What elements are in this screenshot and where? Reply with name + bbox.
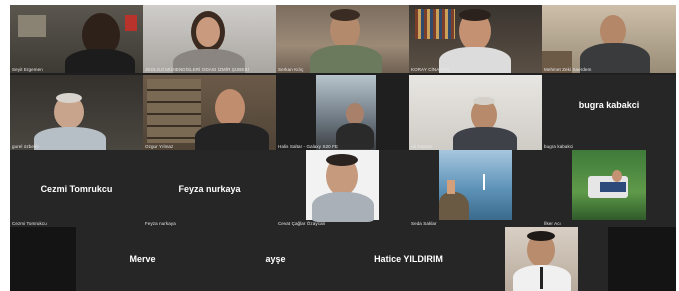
video-gallery-grid: Seyit Ergemen JEOLOJİ MÜHENDİSLERİ ODASI… <box>10 5 676 291</box>
participant-avatar-label: bugra kabakci <box>578 100 640 110</box>
participant-photo <box>439 150 512 220</box>
participant-tile-ilker[interactable]: İlker Acı <box>542 150 676 227</box>
participant-tile-hatice[interactable]: Hatice YILDIRIM <box>342 227 475 291</box>
participant-tile-cevat[interactable]: Cevat Çağlar Özaycan <box>276 150 409 227</box>
participant-name: Seda Saklar <box>411 221 437 226</box>
participant-avatar-label: ayşe <box>265 254 286 264</box>
participant-photo <box>505 227 578 291</box>
participant-name: bugra kabakci <box>544 144 574 149</box>
participant-tile-seyit[interactable]: Seyit Ergemen <box>10 5 143 73</box>
participant-tile-feyza[interactable]: Feyza nurkaya Feyza nurkaya <box>143 150 276 227</box>
participant-tile-ali[interactable]: Ali Kaptan <box>409 75 542 150</box>
participant-tile-cezmi[interactable]: Cezmi Tomrukcu Cezmi Tomrukcu <box>10 150 143 227</box>
participant-name: Mehmet Zeki Saerdem <box>544 67 592 72</box>
participant-tile-serkan[interactable]: Serkan Kılıç <box>276 5 409 73</box>
participant-tile-jmo[interactable]: JEOLOJİ MÜHENDİSLERİ ODASI İZMİR ŞUBESİ <box>143 5 276 73</box>
participant-tile-mehmet[interactable]: Mehmet Zeki Saerdem <box>542 5 676 73</box>
participant-tile-koray[interactable]: KORAY CİNAR(H) <box>409 5 542 73</box>
participant-tile-seda[interactable]: Seda Saklar <box>409 150 542 227</box>
participant-avatar-label: Hatice YILDIRIM <box>374 254 443 264</box>
participant-tile-halis[interactable]: Halis Saltar - Galaxy S20 FE <box>276 75 409 150</box>
participant-tile-ozgur[interactable]: Ozgur Yılmaz <box>143 75 276 150</box>
empty-area <box>10 227 76 291</box>
participant-name: Cevat Çağlar Özaycan <box>278 221 326 226</box>
participant-name: gurel özbekir <box>12 144 40 149</box>
participant-tile-bugra[interactable]: bugra kabakci bugra kabakci <box>542 75 676 150</box>
participant-name: Serkan Kılıç <box>278 67 304 72</box>
participant-tile-gurel[interactable]: gurel özbekir <box>10 75 143 150</box>
participant-name: İlker Acı <box>544 221 561 226</box>
participant-avatar-label: Feyza nurkaya <box>178 183 241 194</box>
empty-area <box>608 227 676 291</box>
participant-tile-merve[interactable]: Merve <box>76 227 209 291</box>
participant-avatar-label: Merve <box>129 254 156 264</box>
participant-name: Ozgur Yılmaz <box>145 144 174 149</box>
participant-tile-photo[interactable] <box>475 227 608 291</box>
participant-name: Seyit Ergemen <box>12 67 43 72</box>
participant-name: KORAY CİNAR(H) <box>411 67 450 72</box>
participant-name: Feyza nurkaya <box>145 221 176 226</box>
participant-name: Cezmi Tomrukcu <box>12 221 47 226</box>
participant-name: JEOLOJİ MÜHENDİSLERİ ODASI İZMİR ŞUBESİ <box>145 67 249 72</box>
participant-tile-ayse[interactable]: ayşe <box>209 227 342 291</box>
participant-name: Halis Saltar - Galaxy S20 FE <box>278 144 339 149</box>
participant-photo <box>306 150 379 222</box>
participant-photo <box>572 150 646 220</box>
participant-avatar-label: Cezmi Tomrukcu <box>40 183 113 194</box>
participant-name: Ali Kaptan <box>411 144 433 149</box>
